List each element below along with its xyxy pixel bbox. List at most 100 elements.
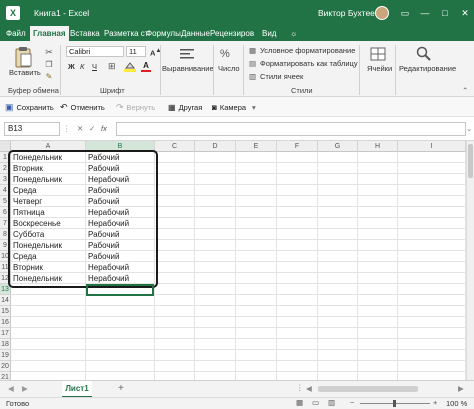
- page-layout-view-icon[interactable]: ▭: [312, 398, 319, 407]
- cut-icon[interactable]: ✂: [44, 47, 54, 57]
- name-box[interactable]: B13: [4, 122, 60, 136]
- column-header[interactable]: F: [277, 141, 318, 152]
- scroll-right-icon[interactable]: ▶: [458, 384, 464, 393]
- copy-icon[interactable]: ❐: [44, 59, 54, 69]
- redo-button[interactable]: ↷ Вернуть: [116, 97, 155, 117]
- vertical-scrollbar[interactable]: [466, 141, 474, 380]
- underline-button[interactable]: Ч: [92, 62, 97, 71]
- formula-input[interactable]: [116, 122, 466, 136]
- user-name[interactable]: Виктор Бухтеев: [318, 0, 379, 26]
- next-sheet-icon[interactable]: ▶: [22, 384, 28, 393]
- column-header[interactable]: C: [155, 141, 195, 152]
- tab-data[interactable]: Данные: [181, 26, 210, 41]
- avatar[interactable]: [375, 6, 389, 20]
- gridline: [11, 338, 466, 339]
- cancel-icon[interactable]: ✕: [77, 124, 83, 133]
- zoom-slider-thumb[interactable]: [393, 400, 396, 407]
- undo-icon: ↶: [60, 101, 68, 112]
- row-header[interactable]: 16: [0, 317, 11, 328]
- tab-view[interactable]: Вид: [262, 26, 276, 41]
- editing-button[interactable]: Редактирование: [399, 64, 456, 73]
- column-header[interactable]: D: [195, 141, 236, 152]
- row-header[interactable]: 15: [0, 306, 11, 317]
- scroll-thumb[interactable]: [468, 144, 473, 178]
- zoom-in-icon[interactable]: +: [433, 398, 437, 407]
- add-sheet-button[interactable]: +: [118, 383, 124, 394]
- column-header[interactable]: E: [236, 141, 277, 152]
- zoom-level[interactable]: 100 %: [446, 399, 467, 408]
- tab-formulas[interactable]: Формулы: [146, 26, 181, 41]
- cell-styles-icon: ▥: [249, 72, 257, 81]
- maximize-icon[interactable]: □: [434, 0, 456, 26]
- row-header[interactable]: 18: [0, 339, 11, 350]
- conditional-format-button[interactable]: Условное форматирование: [260, 46, 355, 55]
- alignment-icon[interactable]: [178, 46, 196, 62]
- tab-file[interactable]: Файл: [6, 26, 26, 41]
- column-header[interactable]: G: [318, 141, 358, 152]
- scroll-left-icon[interactable]: ◀: [306, 384, 312, 393]
- paste-icon[interactable]: [10, 45, 36, 69]
- expand-formula-icon[interactable]: ⌄: [466, 124, 472, 133]
- excel-logo-icon: X: [6, 6, 20, 20]
- cells-icon[interactable]: [370, 46, 386, 62]
- format-painter-icon[interactable]: ✎: [44, 71, 54, 81]
- font-color-icon[interactable]: A: [140, 61, 152, 72]
- tell-me-icon[interactable]: ☼: [290, 26, 297, 41]
- prev-sheet-icon[interactable]: ◀: [8, 384, 14, 393]
- undo-button[interactable]: ↶ Отменить: [60, 97, 105, 117]
- borders-icon[interactable]: ⊞: [108, 61, 116, 72]
- camera-icon: ◙: [212, 102, 217, 112]
- insert-function-icon[interactable]: fx: [101, 124, 107, 133]
- collapse-ribbon-icon[interactable]: ⌃: [462, 86, 468, 95]
- row-header[interactable]: 17: [0, 328, 11, 339]
- tab-insert[interactable]: Вставка: [70, 26, 100, 41]
- tab-review[interactable]: Рецензиров: [210, 26, 254, 41]
- save-button[interactable]: ▣ Сохранить: [5, 97, 54, 117]
- gridline: [194, 152, 195, 380]
- sheet-tab[interactable]: Лист1: [62, 381, 92, 398]
- fill-color-icon[interactable]: [124, 62, 136, 72]
- save-icon: ▣: [5, 101, 14, 112]
- customize-qat-icon[interactable]: ▾: [252, 97, 256, 117]
- close-icon[interactable]: ✕: [454, 0, 474, 26]
- divider: [395, 45, 396, 95]
- search-icon[interactable]: [414, 45, 434, 63]
- camera-button[interactable]: ◙ Камера: [212, 97, 246, 117]
- tab-home[interactable]: Главная: [30, 26, 69, 41]
- bold-button[interactable]: Ж: [68, 62, 75, 71]
- italic-button[interactable]: К: [80, 62, 84, 71]
- column-header[interactable]: I: [398, 141, 466, 152]
- highlighted-range-outline: [8, 150, 158, 288]
- row-header[interactable]: 21: [0, 372, 11, 380]
- split-handle-icon[interactable]: ⋮: [296, 383, 304, 392]
- other-button[interactable]: ▦ Другая: [168, 97, 202, 117]
- row-header[interactable]: 19: [0, 350, 11, 361]
- ribbon-display-icon[interactable]: ▭: [394, 0, 416, 26]
- row-header[interactable]: 20: [0, 361, 11, 372]
- gridline: [11, 371, 466, 372]
- zoom-out-icon[interactable]: −: [350, 398, 354, 407]
- divider: [243, 45, 244, 95]
- page-break-view-icon[interactable]: ▥: [328, 398, 335, 407]
- column-header[interactable]: H: [358, 141, 398, 152]
- gridline: [11, 305, 466, 306]
- normal-view-icon[interactable]: ▦: [296, 398, 303, 407]
- minimize-icon[interactable]: —: [414, 0, 436, 26]
- gridline: [11, 360, 466, 361]
- format-as-table-button[interactable]: Форматировать как таблицу: [260, 59, 358, 68]
- tab-page-layout[interactable]: Разметка ст: [104, 26, 148, 41]
- number-button[interactable]: Число: [218, 64, 240, 73]
- paste-button[interactable]: Вставить: [9, 68, 41, 77]
- alignment-button[interactable]: Выравнивание: [162, 64, 214, 73]
- row-header[interactable]: 14: [0, 295, 11, 306]
- percent-icon[interactable]: %: [220, 48, 230, 60]
- horizontal-scrollbar[interactable]: [318, 386, 418, 392]
- cell-styles-button[interactable]: Стили ячеек: [260, 72, 303, 81]
- font-name-select[interactable]: Calibri: [66, 46, 124, 57]
- font-size-select[interactable]: 11: [126, 46, 146, 57]
- enter-icon[interactable]: ✓: [89, 124, 95, 133]
- ribbon: Вставить ✂ ❐ ✎ Буфер обмена Calibri 11 A…: [0, 41, 474, 97]
- active-cell[interactable]: [86, 284, 154, 296]
- gridline: [276, 152, 277, 380]
- cells-button[interactable]: Ячейки: [367, 64, 392, 73]
